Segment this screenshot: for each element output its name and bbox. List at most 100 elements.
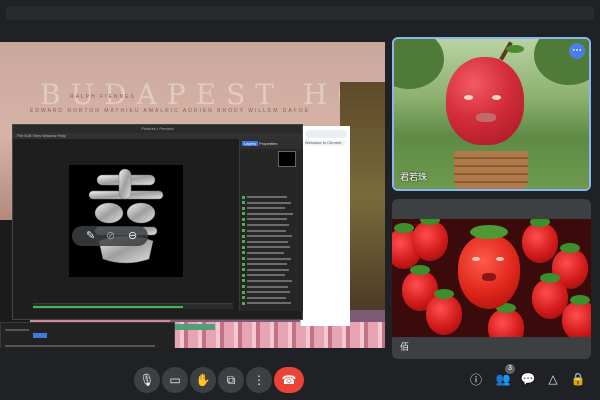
camera-button[interactable]: ▭ [162, 367, 188, 393]
activities-button[interactable]: △ [544, 370, 562, 388]
top-bar [0, 0, 600, 26]
layer-row[interactable] [242, 223, 302, 227]
poster-credits-bottom: EDWARD NORTON MATHIEU AMALRIC ADRIEN BRO… [30, 108, 311, 114]
visibility-icon[interactable] [242, 290, 245, 294]
hide-icon[interactable]: ⊘ [106, 229, 115, 242]
presentation-overlay[interactable]: ✎ ⊘ ⊖ [72, 226, 148, 246]
layers-panel[interactable]: Layers Properties [239, 139, 303, 311]
layer-row[interactable] [242, 206, 302, 210]
editor-canvas[interactable] [69, 165, 183, 277]
host-controls-button[interactable]: 🔒 [569, 370, 587, 388]
cursor-tool-icon[interactable]: ✎ [86, 229, 95, 242]
meeting-info-button[interactable]: ⓘ [467, 370, 485, 388]
layer-label [247, 302, 291, 305]
layer-label [247, 291, 290, 294]
layer-row[interactable] [242, 229, 302, 233]
apple-leaf [506, 45, 524, 53]
visibility-icon[interactable] [242, 229, 245, 233]
raise-hand-button[interactable]: ✋ [190, 367, 216, 393]
strawberry [412, 219, 448, 261]
timeline[interactable] [33, 303, 233, 309]
editor-window[interactable]: Pictures • Preview File Edit View Window… [12, 124, 303, 320]
layer-row[interactable] [242, 301, 302, 305]
participant-tile-2[interactable]: 佰 [392, 199, 591, 359]
strawberry [562, 295, 591, 337]
visibility-icon[interactable] [242, 251, 245, 255]
layer-row[interactable] [242, 279, 302, 283]
visibility-icon[interactable] [242, 223, 245, 227]
stop-icon[interactable]: ⊖ [128, 229, 137, 242]
layer-label [247, 196, 287, 198]
more-vert-icon: ⋮ [253, 373, 265, 387]
strawberry-mouth [482, 273, 496, 281]
tree [394, 39, 444, 89]
visibility-icon[interactable] [242, 217, 245, 221]
strawberry-leaves [470, 225, 508, 239]
layer-row[interactable] [242, 195, 302, 199]
lower-app-line [5, 345, 155, 347]
layer-row[interactable] [242, 201, 302, 205]
chat-button[interactable]: 💬 [519, 370, 537, 388]
visibility-icon[interactable] [242, 212, 245, 216]
visibility-icon[interactable] [242, 279, 245, 283]
layer-list[interactable] [242, 195, 302, 307]
apple-eye [492, 95, 501, 100]
panel-tabs[interactable]: Layers Properties [240, 139, 303, 149]
browser-url-bar[interactable] [305, 130, 347, 138]
visibility-icon[interactable] [242, 262, 245, 266]
panel-tab-other[interactable]: Properties [259, 141, 277, 146]
visibility-icon[interactable] [242, 240, 245, 244]
apple-mouth [476, 113, 496, 122]
apple-video [394, 39, 589, 189]
visibility-icon[interactable] [242, 206, 245, 210]
visibility-icon[interactable] [242, 296, 245, 300]
layer-label [247, 251, 284, 254]
visibility-icon[interactable] [242, 285, 245, 288]
layer-row[interactable] [242, 262, 302, 266]
layer-row[interactable] [242, 234, 302, 238]
present-button[interactable]: ⧉ [218, 367, 244, 393]
visibility-icon[interactable] [242, 234, 245, 238]
browser-tab[interactable]: Welcome to Chrome [305, 140, 345, 146]
layer-row[interactable] [242, 273, 302, 277]
participant-tile-1[interactable]: ⋯ 君若珠 [392, 37, 591, 191]
editor-title: Pictures • Preview [13, 125, 302, 133]
visibility-icon[interactable] [242, 273, 245, 277]
layer-row[interactable] [242, 268, 302, 272]
layer-row[interactable] [242, 296, 302, 300]
layer-row[interactable] [242, 285, 302, 289]
layer-row[interactable] [242, 245, 302, 249]
visibility-icon[interactable] [242, 195, 245, 199]
more-options-button[interactable]: ⋮ [246, 367, 272, 393]
calligraphy-artwork [88, 168, 164, 264]
layer-row[interactable] [242, 251, 302, 255]
layer-row[interactable] [242, 240, 302, 244]
visibility-icon[interactable] [242, 257, 245, 261]
browser-window[interactable]: Welcome to Chrome [300, 126, 350, 326]
visibility-icon[interactable] [242, 245, 245, 249]
layer-label [247, 285, 288, 288]
end-call-icon: ☎ [281, 373, 297, 387]
panel-tab-active[interactable]: Layers [242, 141, 259, 146]
layer-row[interactable] [242, 217, 302, 221]
end-call-button[interactable]: ☎ [274, 367, 304, 393]
layer-row[interactable] [242, 212, 302, 216]
visibility-icon[interactable] [242, 301, 245, 305]
layer-row[interactable] [242, 290, 302, 294]
layer-label [247, 240, 288, 243]
camera-icon: ▭ [169, 373, 181, 387]
info-icon: ⓘ [469, 372, 482, 387]
visibility-icon[interactable] [242, 268, 245, 272]
strawberry-eye [472, 257, 480, 261]
layer-label [247, 212, 293, 215]
more-horiz-icon[interactable]: ⋯ [569, 43, 585, 59]
strawberry-eye [496, 257, 504, 261]
mic-button[interactable]: 🎙 [134, 367, 160, 393]
hand-icon: ✋ [195, 373, 211, 387]
poster-credits-top: RALPH FIENNES [70, 94, 136, 100]
layer-label [247, 279, 292, 282]
layer-label [247, 229, 286, 232]
layer-row[interactable] [242, 257, 302, 261]
apple-avatar [446, 57, 524, 145]
visibility-icon[interactable] [242, 201, 245, 205]
